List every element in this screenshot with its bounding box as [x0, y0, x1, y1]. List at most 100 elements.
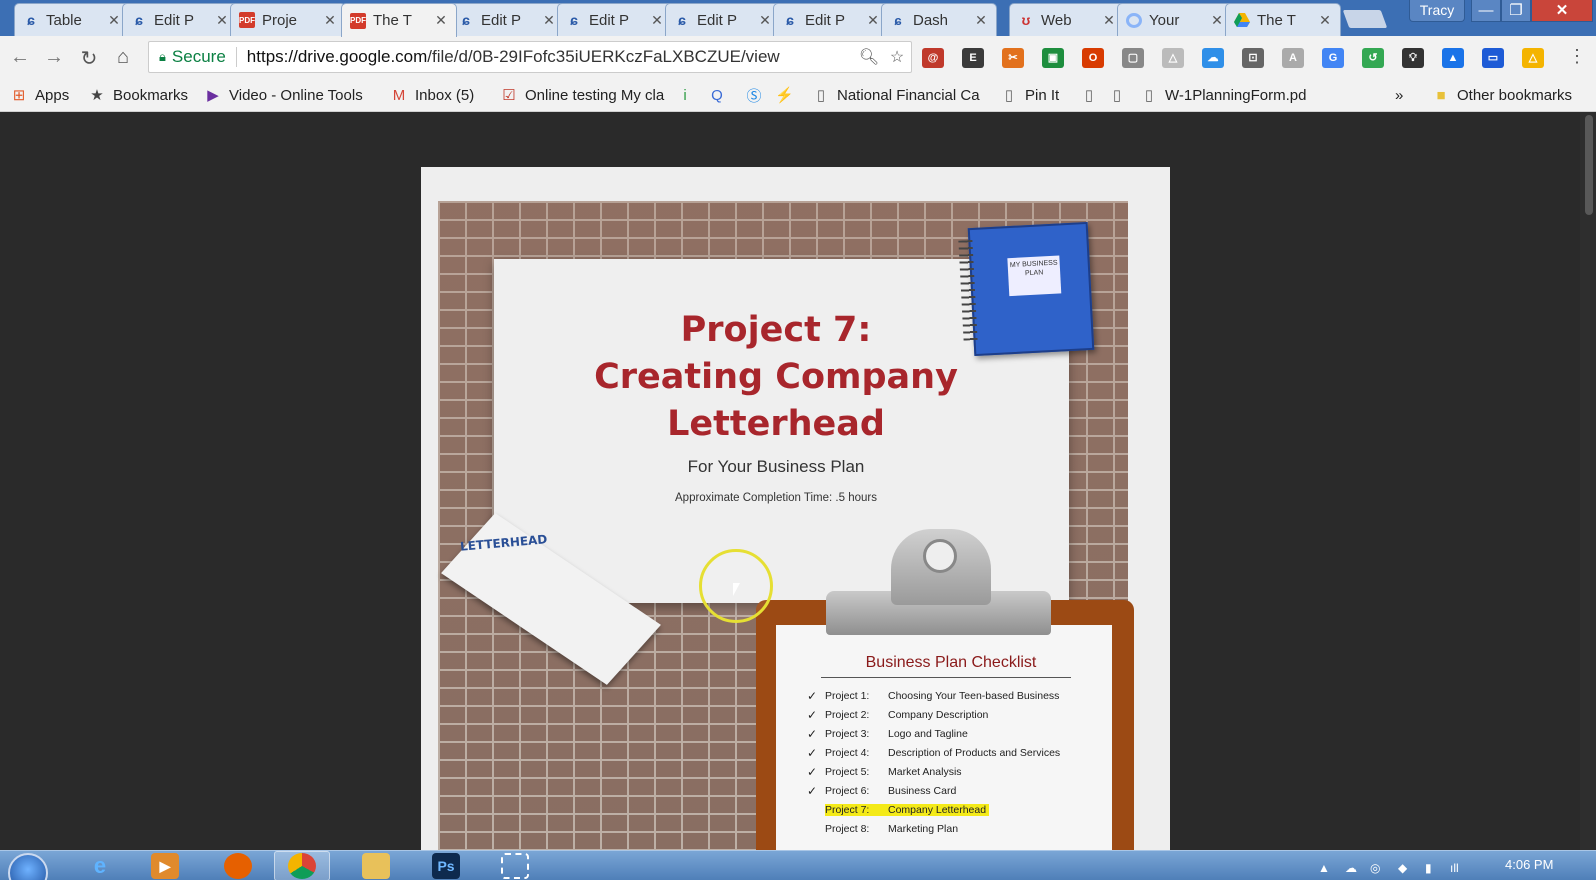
- minimize-button[interactable]: —: [1471, 0, 1501, 22]
- bookmark-item[interactable]: Q: [708, 85, 733, 105]
- browser-tab[interactable]: ɕ Dash ✕: [881, 3, 997, 36]
- start-button[interactable]: [8, 853, 48, 880]
- close-tab-icon[interactable]: ✕: [650, 12, 664, 29]
- tray-cloud-icon[interactable]: ☁: [1345, 861, 1357, 875]
- checklist-item: ✓ Project 4: Description of Products and S…: [807, 743, 1097, 762]
- tray-sync-icon[interactable]: ◎: [1370, 861, 1380, 875]
- scrollbar[interactable]: [1580, 112, 1596, 850]
- page-icon: ▯: [1084, 87, 1094, 104]
- checklist-project-name: Company Letterhead: [885, 803, 990, 816]
- tray-arrow-icon[interactable]: ▲: [1318, 861, 1330, 875]
- tray-battery-icon[interactable]: ▮: [1425, 861, 1432, 875]
- bookmark-item[interactable]: ▯ Pin It: [1000, 85, 1059, 105]
- bookmark-item[interactable]: ▶ Video - Online Tools: [204, 85, 362, 105]
- close-tab-icon[interactable]: ✕: [866, 12, 880, 29]
- bookmark-item[interactable]: ⊞ Apps: [10, 85, 70, 105]
- close-tab-icon[interactable]: ✕: [107, 12, 121, 29]
- quizlet-icon: Q: [711, 86, 723, 104]
- new-tab-button[interactable]: [1342, 10, 1388, 28]
- bookmarks-overflow-button[interactable]: »: [1395, 85, 1403, 105]
- close-tab-icon[interactable]: ✕: [1102, 12, 1116, 29]
- checklist-item: ✓ Project 6: Business Card: [807, 781, 1097, 800]
- browser-tab[interactable]: The T ✕: [1225, 3, 1341, 36]
- taskbar-explorer[interactable]: [348, 851, 404, 880]
- bookmark-item[interactable]: Ⓢ: [745, 85, 770, 105]
- profile-button[interactable]: Tracy: [1409, 0, 1465, 22]
- close-tab-icon[interactable]: ✕: [434, 12, 448, 29]
- bookmark-label: W-1PlanningForm.pd: [1165, 86, 1307, 104]
- back-button[interactable]: ←: [8, 46, 32, 69]
- extension-grad-cap-icon[interactable]: ▲: [1442, 48, 1464, 68]
- tray-dropbox-icon[interactable]: ◆: [1398, 861, 1407, 875]
- close-tab-icon[interactable]: ✕: [758, 12, 772, 29]
- zoom-icon[interactable]: 🔍︎: [855, 47, 883, 67]
- taskbar-chrome[interactable]: [274, 851, 330, 880]
- cast-icon[interactable]: ⊡: [1242, 48, 1264, 68]
- extension-pdf-icon[interactable]: A: [1282, 48, 1304, 68]
- url-text[interactable]: https://drive.google.com/file/d/0B-29IFo…: [247, 47, 855, 67]
- browser-tab[interactable]: PDF The T ✕: [341, 3, 457, 37]
- bookmark-item[interactable]: i: [676, 85, 701, 105]
- forward-button[interactable]: →: [42, 46, 66, 69]
- browser-tab[interactable]: PDF Proje ✕: [230, 3, 346, 36]
- taskbar-clock[interactable]: 4:06 PM: [1505, 857, 1553, 872]
- extension-drive-icon[interactable]: △: [1522, 48, 1544, 68]
- browser-tab[interactable]: ɕ Edit P ✕: [122, 3, 238, 36]
- lock-icon: 🔒︎: [159, 49, 166, 64]
- tray-signal-icon[interactable]: ıll: [1450, 861, 1459, 875]
- bookmark-item[interactable]: ▯ W-1PlanningForm.pd: [1140, 85, 1307, 105]
- reload-button[interactable]: ↻: [77, 46, 101, 71]
- browser-tab[interactable]: ɕ Table ✕: [14, 3, 130, 36]
- extension-classroom-icon[interactable]: ▣: [1042, 48, 1064, 68]
- bookmark-item[interactable]: M Inbox (5): [390, 85, 474, 105]
- browser-tab[interactable]: ɕ Edit P ✕: [557, 3, 673, 36]
- checklist-item: Project 8: Marketing Plan: [807, 819, 1097, 838]
- close-window-button[interactable]: ✕: [1531, 0, 1593, 22]
- extension-refresh-icon[interactable]: ↺: [1362, 48, 1384, 68]
- bookmark-item[interactable]: ▯: [1108, 85, 1133, 105]
- close-tab-icon[interactable]: ✕: [542, 12, 556, 29]
- browser-tab[interactable]: Your ✕: [1117, 3, 1233, 36]
- bookmark-item[interactable]: ▯: [1080, 85, 1105, 105]
- bookmark-item[interactable]: ⚡: [775, 85, 800, 105]
- browser-toolbar: ← → ↻ ⌂ 🔒︎ Secure https://drive.google.c…: [0, 36, 1596, 78]
- extension-bulb-icon[interactable]: 💡︎: [1402, 48, 1424, 68]
- address-bar[interactable]: 🔒︎ Secure https://drive.google.com/file/…: [148, 41, 912, 73]
- home-button[interactable]: ⌂: [111, 46, 135, 69]
- extension-screen-icon[interactable]: ▭: [1482, 48, 1504, 68]
- extension-tool-icon[interactable]: ✂: [1002, 48, 1024, 68]
- browser-tab[interactable]: ɕ Edit P ✕: [665, 3, 781, 36]
- taskbar-photoshop[interactable]: Ps: [418, 851, 474, 880]
- extension-email-icon[interactable]: @: [922, 48, 944, 68]
- maximize-button[interactable]: ❐: [1501, 0, 1531, 22]
- bookmark-item[interactable]: ▯ National Financial Ca: [812, 85, 980, 105]
- close-tab-icon[interactable]: ✕: [1318, 12, 1332, 29]
- close-tab-icon[interactable]: ✕: [323, 12, 337, 29]
- extension-evernote-icon[interactable]: E: [962, 48, 984, 68]
- taskbar-firefox[interactable]: [210, 851, 266, 880]
- other-bookmarks[interactable]: ■ Other bookmarks: [1432, 85, 1572, 105]
- extension-office-icon[interactable]: O: [1082, 48, 1104, 68]
- taskbar-media[interactable]: ▶: [137, 851, 193, 880]
- scrollbar-thumb[interactable]: [1585, 115, 1593, 215]
- extension-translate-icon[interactable]: G: [1322, 48, 1344, 68]
- bookmark-label: Online testing My cla: [525, 86, 665, 104]
- taskbar-snipping[interactable]: [487, 851, 543, 880]
- close-tab-icon[interactable]: ✕: [1210, 12, 1224, 29]
- bookmark-item[interactable]: ★ Bookmarks: [88, 85, 188, 105]
- extension-grey-icon[interactable]: ▢: [1122, 48, 1144, 68]
- close-tab-icon[interactable]: ✕: [974, 12, 988, 29]
- extension-drive-grey-icon[interactable]: △: [1162, 48, 1184, 68]
- windows-taskbar: e ▶ Ps ▲ ☁ ◎ ◆ ▮ ıll 4:06 PM: [0, 850, 1596, 880]
- browser-tab[interactable]: ɕ Edit P ✕: [773, 3, 889, 36]
- close-tab-icon[interactable]: ✕: [215, 12, 229, 29]
- bookmark-star-icon[interactable]: ☆: [883, 47, 911, 67]
- extension-cloud-icon[interactable]: ☁: [1202, 48, 1224, 68]
- browser-tab[interactable]: ɕ Edit P ✕: [449, 3, 565, 36]
- taskbar-ie[interactable]: e: [72, 851, 128, 880]
- browser-tab[interactable]: ʊ Web ✕: [1009, 3, 1125, 36]
- photoshop-icon: Ps: [432, 853, 460, 879]
- chrome-menu-icon[interactable]: ⋮: [1568, 46, 1586, 67]
- checklist-item: ✓ Project 1: Choosing Your Teen-based Busi…: [807, 686, 1097, 705]
- bookmark-item[interactable]: ☑ Online testing My cla: [500, 85, 664, 105]
